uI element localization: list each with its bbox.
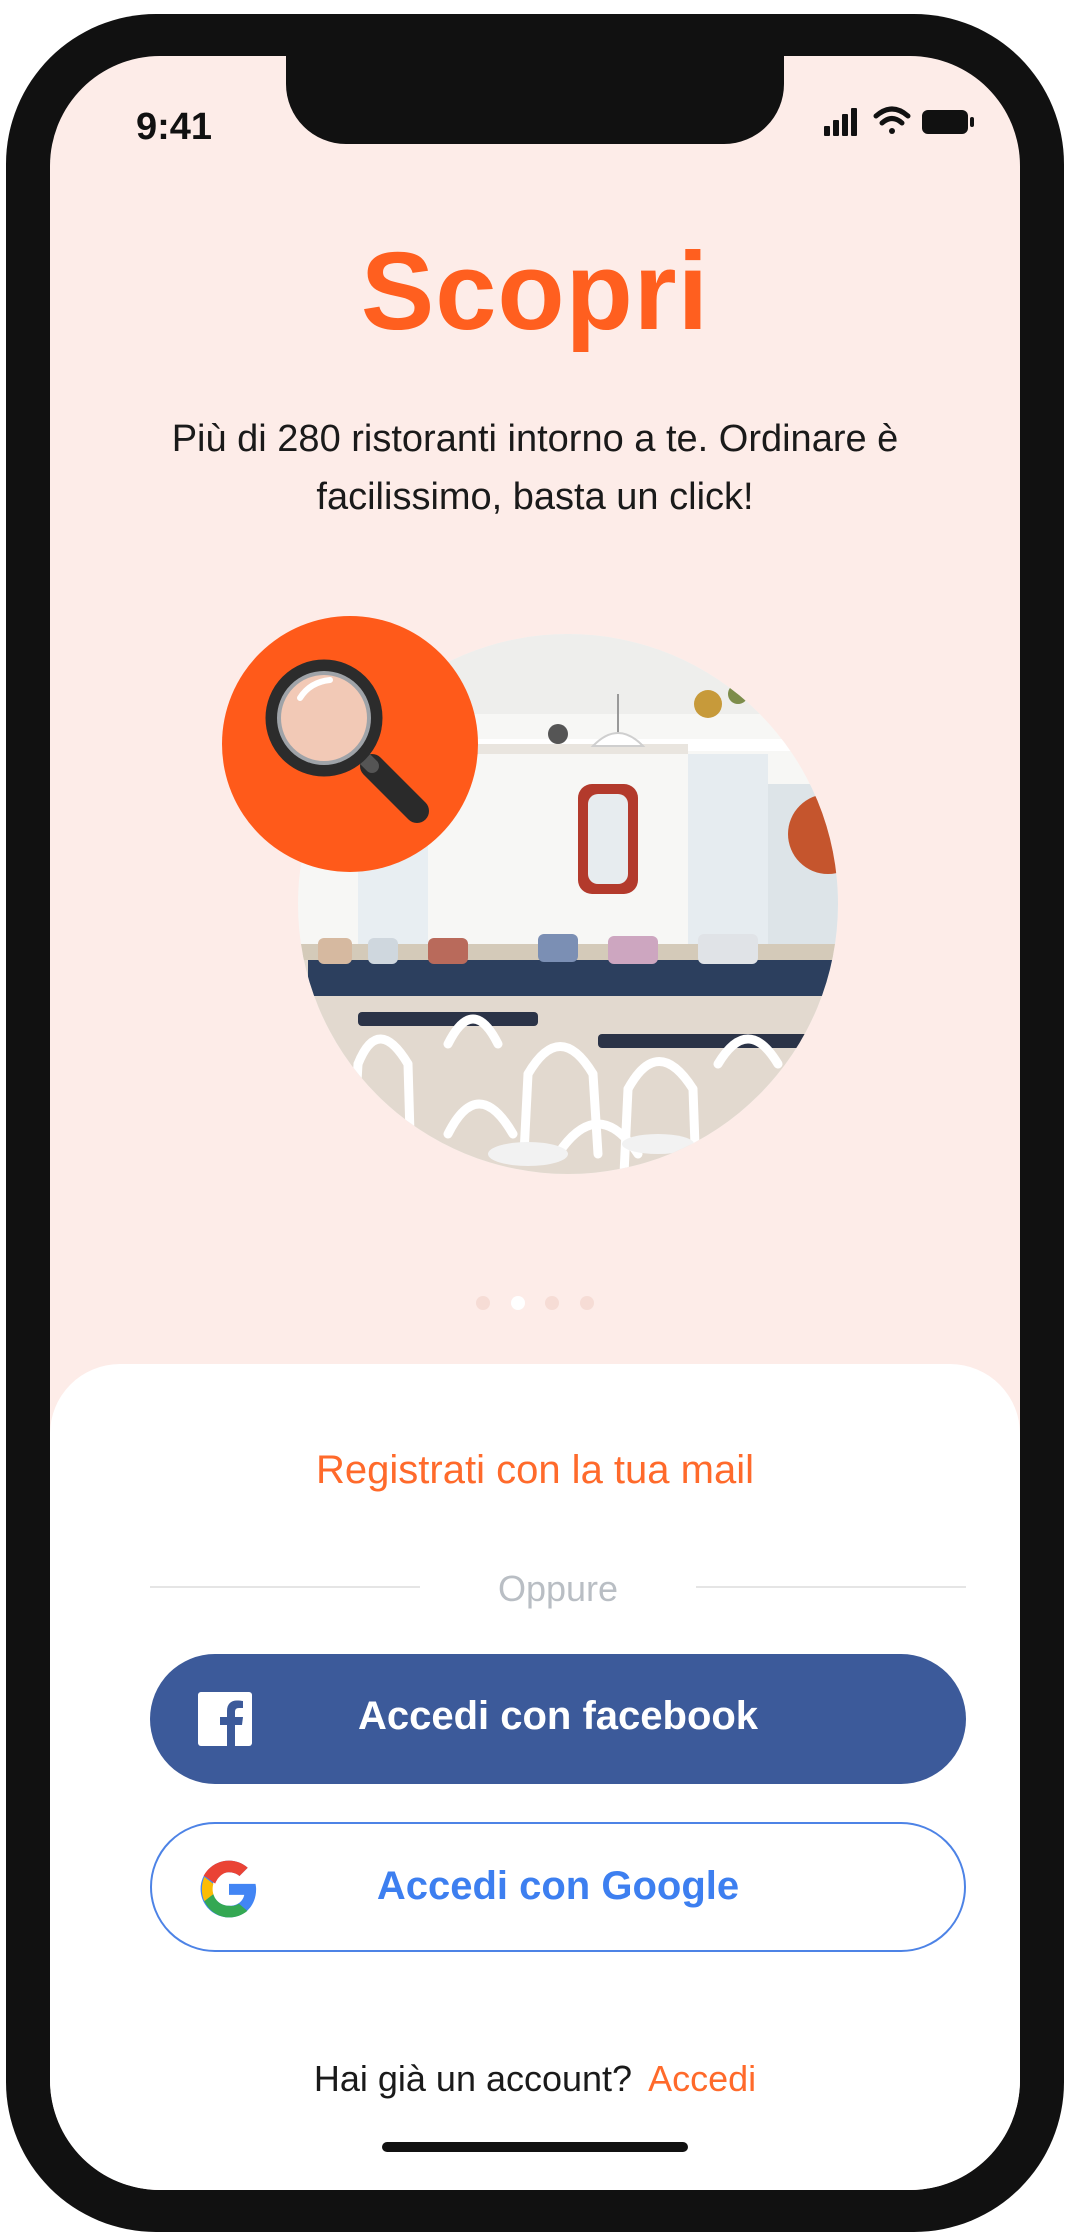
carousel-dot-active[interactable] [510, 1296, 525, 1310]
divider-line-right [696, 1586, 966, 1588]
page-title: Scopri [360, 230, 710, 353]
have-account-text: Hai già un account? [313, 2058, 633, 2099]
facebook-login-button[interactable]: Accedi con facebook [150, 1654, 966, 1784]
register-email-link[interactable]: Registrati con la tua mail [50, 1448, 1020, 1493]
login-link[interactable]: Accedi [648, 2058, 756, 2099]
divider-text: Oppure [497, 1568, 619, 1609]
phone-frame: 9:41 Scopri Più di 280 ristoranti intorn… [6, 14, 1064, 2232]
search-badge [222, 616, 478, 872]
status-icons [824, 106, 974, 136]
carousel-dots [50, 1296, 1020, 1315]
home-indicator[interactable] [382, 2142, 688, 2152]
google-login-label: Accedi con Google [376, 1864, 740, 1908]
login-prompt: Hai già un account? Accedi [50, 2058, 1020, 2100]
facebook-login-label: Accedi con facebook [357, 1694, 759, 1738]
status-time: 9:41 [136, 106, 213, 148]
carousel-dot[interactable] [545, 1296, 560, 1310]
carousel-dot[interactable] [579, 1296, 594, 1310]
or-divider: Oppure [150, 1562, 966, 1612]
battery-icon [922, 110, 974, 134]
google-login-button[interactable]: Accedi con Google [150, 1822, 966, 1952]
notch [286, 56, 784, 144]
page-subtitle: Più di 280 ristoranti intorno a te. Ordi… [171, 418, 899, 518]
signal-icon [824, 108, 857, 136]
magnifying-glass-icon [265, 659, 429, 823]
carousel-dot[interactable] [476, 1296, 491, 1310]
wifi-icon [873, 106, 911, 134]
app-screen: 9:41 Scopri Più di 280 ristoranti intorn… [50, 56, 1020, 2190]
